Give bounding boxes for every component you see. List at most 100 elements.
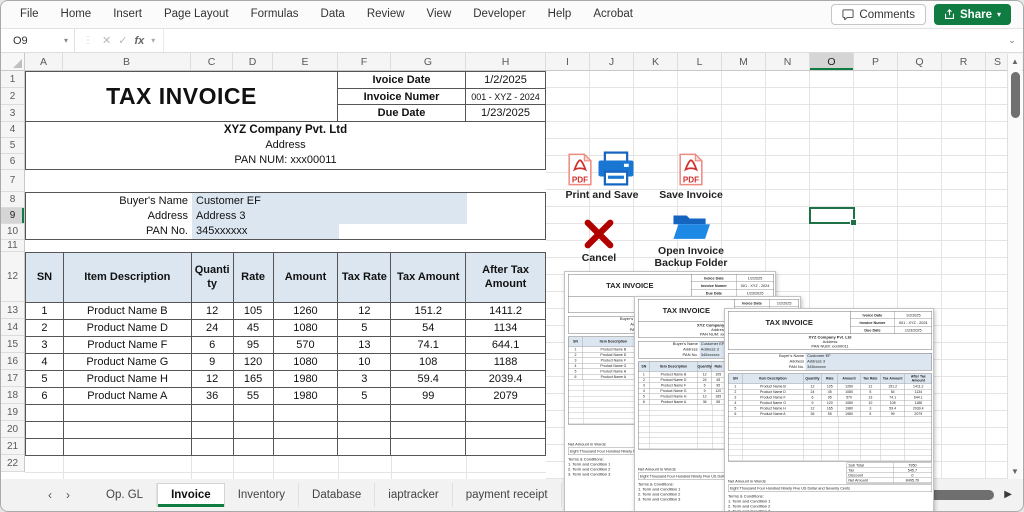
menu-item[interactable]: Page Layout <box>153 1 240 28</box>
empty-row[interactable] <box>26 422 546 439</box>
vertical-scrollbar[interactable]: ▲ ▼ <box>1007 54 1022 479</box>
invoice-number-value[interactable]: 001 - XYZ - 2024 <box>466 89 545 105</box>
menu-item[interactable]: Developer <box>462 1 536 28</box>
row-header[interactable]: 4 <box>1 122 24 138</box>
row-header[interactable]: 11 <box>1 240 24 252</box>
header-sn[interactable]: SN <box>26 253 64 303</box>
select-all-corner[interactable] <box>1 53 25 70</box>
buyer-address-label[interactable]: Address <box>26 208 192 223</box>
row-header[interactable]: 22 <box>1 455 24 472</box>
tab-invoice[interactable]: Invoice <box>157 482 225 507</box>
buyer-pan-value[interactable]: 345xxxxxx <box>192 223 339 239</box>
header-after-tax[interactable]: After Tax Amount <box>466 253 546 303</box>
row-header[interactable]: 15 <box>1 336 24 353</box>
column-header[interactable]: J <box>590 53 634 70</box>
menu-item[interactable]: File <box>9 1 50 28</box>
tab-scroll-right-icon[interactable]: › <box>59 488 77 502</box>
company-pan[interactable]: PAN NUM: xxx00011 <box>234 153 336 168</box>
header-rate[interactable]: Rate <box>233 253 274 303</box>
save-invoice-button[interactable]: PDF Save Invoice <box>649 153 733 201</box>
item-row[interactable]: 3 Product Name F 6 95 570 13 74.1 644.1 <box>26 337 546 354</box>
column-header[interactable]: O <box>810 53 854 70</box>
invoice-number-label[interactable]: Invoice Numer <box>338 88 466 105</box>
row-header[interactable]: 7 <box>1 170 24 192</box>
row-header[interactable]: 2 <box>1 88 24 105</box>
menu-item[interactable]: Formulas <box>240 1 310 28</box>
tab-payment-receipt[interactable]: payment receipt <box>453 482 562 507</box>
buyer-address-value[interactable]: Address 3 <box>192 208 467 224</box>
header-quantity[interactable]: Quantity <box>191 253 234 303</box>
invoice-date-label[interactable]: Ivoice Date <box>338 72 466 88</box>
invoice-title[interactable]: TAX INVOICE <box>25 71 338 122</box>
item-row[interactable]: 4 Product Name G 9 120 1080 10 108 1188 <box>26 354 546 371</box>
confirm-entry-icon[interactable]: ✓ <box>118 34 127 47</box>
row-header[interactable]: 8 <box>1 192 24 208</box>
item-row[interactable]: 5 Product Name H 12 165 1980 3 59.4 2039… <box>26 371 546 388</box>
row-header[interactable]: 17 <box>1 370 24 387</box>
tab-inventory[interactable]: Inventory <box>225 482 300 507</box>
column-header[interactable]: S <box>986 53 1009 70</box>
buyer-name-value[interactable]: Customer EF <box>192 193 467 209</box>
column-header[interactable]: R <box>942 53 986 70</box>
item-row[interactable]: 2 Product Name D 24 45 1080 5 54 1134 <box>26 320 546 337</box>
column-header[interactable]: A <box>25 53 63 70</box>
row-header[interactable]: 13 <box>1 302 24 319</box>
header-tax-amount[interactable]: Tax Amount <box>391 253 467 303</box>
column-header[interactable]: G <box>391 53 466 70</box>
name-box[interactable]: O9 ▾ <box>1 29 75 52</box>
column-header[interactable]: B <box>63 53 191 70</box>
row-header[interactable]: 19 <box>1 404 24 421</box>
column-header[interactable]: K <box>634 53 678 70</box>
scroll-right-icon[interactable]: ▶ <box>999 489 1017 500</box>
sheet-canvas[interactable]: 1 2 3 4 5 6 7 8 9 10 11 12 13 14 15 16 17 18 19 20 21 22 TAX … <box>1 71 1023 511</box>
invoice-date-value[interactable]: 1/2/2025 <box>466 72 545 88</box>
cancel-entry-icon[interactable]: ✕ <box>102 34 111 47</box>
item-row[interactable]: 1 Product Name B 12 105 1260 12 151.2 14… <box>26 303 546 320</box>
menu-item[interactable]: Help <box>537 1 583 28</box>
header-tax-rate[interactable]: Tax Rate <box>338 253 392 303</box>
vertical-scroll-thumb[interactable] <box>1011 72 1020 118</box>
tab-op-gl[interactable]: Op. GL <box>93 482 158 507</box>
row-header[interactable]: 20 <box>1 421 24 438</box>
menu-item[interactable]: Data <box>310 1 356 28</box>
selected-cell-O9[interactable] <box>809 207 857 226</box>
tab-iaptracker[interactable]: iaptracker <box>375 482 453 507</box>
invoice-preview-image-3[interactable]: TAX INVOICE Ivoice Date 1/2/2025 Invoice … <box>724 308 934 511</box>
item-row[interactable]: 6 Product Name A 36 55 1980 5 99 2079 <box>26 388 546 405</box>
header-amount[interactable]: Amount <box>273 253 339 303</box>
tab-scroll-left-icon[interactable]: ‹ <box>41 488 59 502</box>
open-invoice-backup-folder-button[interactable]: Open Invoice Backup Folder <box>643 211 739 269</box>
buyer-name-label[interactable]: Buyer's Name <box>26 193 192 208</box>
column-header[interactable]: H <box>466 53 546 70</box>
scroll-down-icon[interactable]: ▼ <box>1008 467 1022 476</box>
company-address[interactable]: Address <box>265 138 305 153</box>
column-header[interactable]: L <box>678 53 722 70</box>
column-header[interactable]: C <box>191 53 233 70</box>
comments-button[interactable]: Comments <box>831 4 927 25</box>
row-header[interactable]: 10 <box>1 224 24 240</box>
tab-database[interactable]: Database <box>299 482 376 507</box>
column-header[interactable]: E <box>273 53 338 70</box>
row-header[interactable]: 5 <box>1 138 24 154</box>
due-date-label[interactable]: Due Date <box>338 105 466 122</box>
menu-item[interactable]: View <box>416 1 463 28</box>
row-header[interactable]: 6 <box>1 154 24 170</box>
print-and-save-button[interactable]: PDF Print and Save <box>561 151 643 201</box>
menu-item[interactable]: Home <box>50 1 103 28</box>
row-header[interactable]: 21 <box>1 438 24 455</box>
due-date-value[interactable]: 1/23/2025 <box>466 105 545 121</box>
row-header[interactable]: 3 <box>1 105 24 122</box>
row-header[interactable]: 9 <box>1 208 24 224</box>
scroll-up-icon[interactable]: ▲ <box>1008 57 1022 66</box>
menu-item[interactable]: Insert <box>102 1 153 28</box>
header-item-description[interactable]: Item Description <box>63 253 192 303</box>
column-header[interactable]: I <box>546 53 590 70</box>
row-header[interactable]: 16 <box>1 353 24 370</box>
empty-row[interactable] <box>26 439 546 456</box>
column-header[interactable]: M <box>722 53 766 70</box>
row-header[interactable]: 1 <box>1 71 24 88</box>
empty-row[interactable] <box>26 405 546 422</box>
column-header[interactable]: P <box>854 53 898 70</box>
row-header[interactable]: 14 <box>1 319 24 336</box>
buyer-pan-label[interactable]: PAN No. <box>26 224 192 239</box>
